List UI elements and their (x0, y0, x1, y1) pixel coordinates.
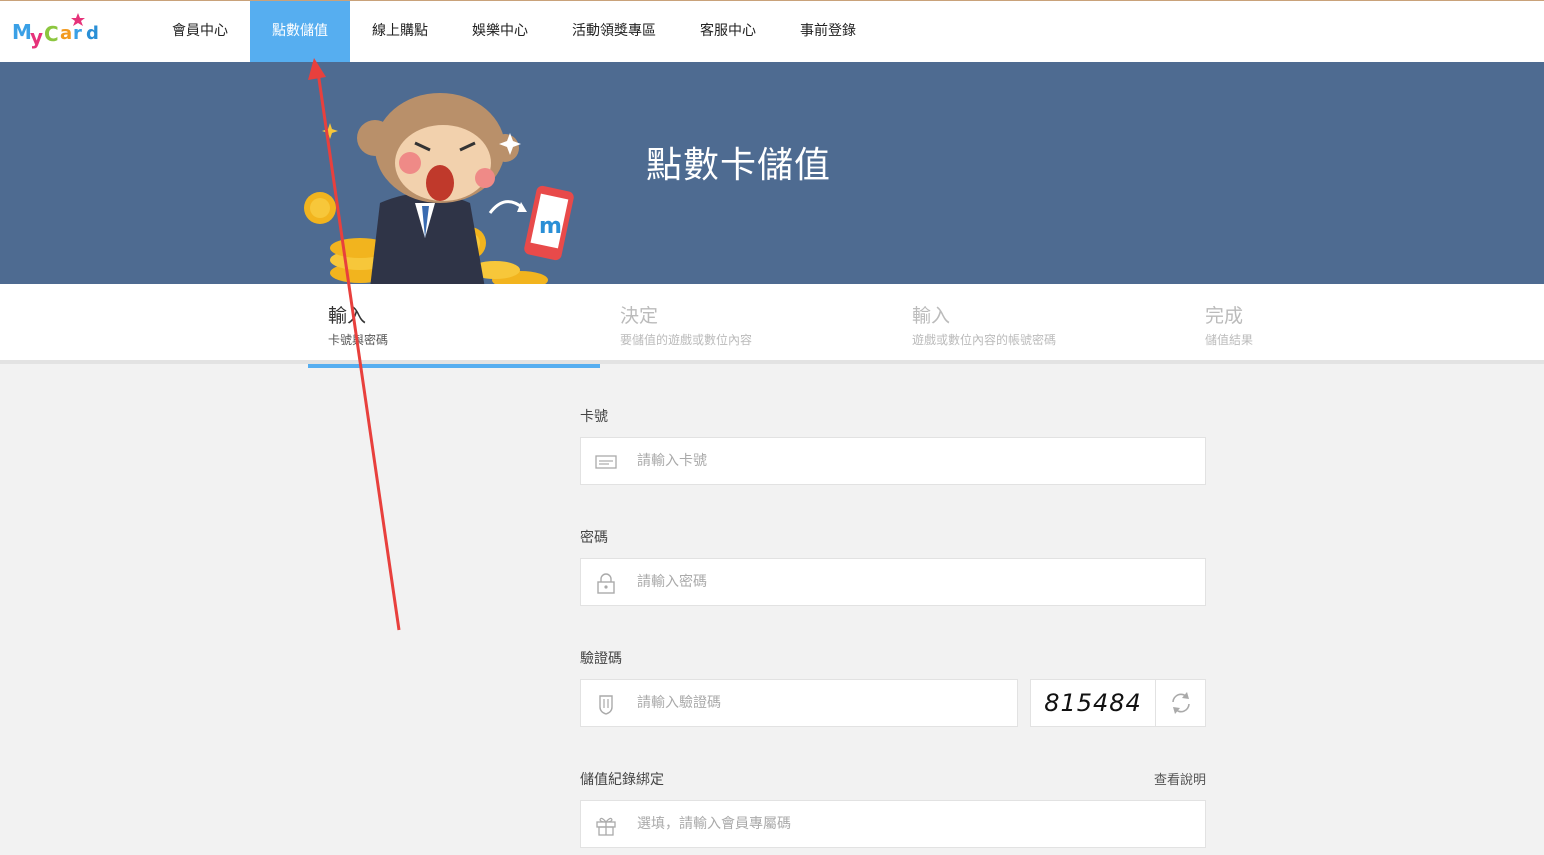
top-nav-bar: M y C a r d 會員中心 點數儲值 線上購點 娛樂中心 活動領獎專區 客… (0, 0, 1544, 62)
svg-text:a: a (60, 23, 72, 44)
monkey-mascot-illustration: m (304, 93, 574, 284)
step-title: 輸入 (328, 305, 367, 327)
svg-text:r: r (73, 23, 82, 44)
step-title: 完成 (1205, 305, 1244, 327)
svg-text:d: d (86, 23, 99, 44)
mycard-logo[interactable]: M y C a r d (10, 11, 110, 53)
password-input[interactable] (637, 559, 1137, 605)
nav-online-purchase[interactable]: 線上購點 (350, 1, 450, 62)
nav-event-rewards[interactable]: 活動領獎專區 (550, 1, 678, 62)
captcha-box: 815484 (1030, 679, 1206, 727)
progress-steps: 輸入 卡號與密碼 決定 要儲值的遊戲或數位內容 輸入 遊戲或數位內容的帳號密碼 … (0, 284, 1544, 368)
view-help-link[interactable]: 查看說明 (1154, 769, 1206, 788)
card-number-field[interactable] (580, 437, 1206, 485)
card-number-label: 卡號 (580, 409, 608, 425)
step-4-complete: 完成 儲值結果 (1185, 284, 1477, 364)
member-code-field[interactable] (580, 800, 1206, 848)
card-number-input[interactable] (637, 438, 1137, 484)
refresh-captcha-button[interactable] (1155, 680, 1205, 726)
step-3-input-account: 輸入 遊戲或數位內容的帳號密碼 (892, 284, 1184, 364)
password-field[interactable] (580, 558, 1206, 606)
svg-text:C: C (44, 22, 59, 46)
main-nav: 會員中心 點數儲值 線上購點 娛樂中心 活動領獎專區 客服中心 事前登錄 (150, 1, 878, 62)
hero-banner: m 點數卡儲值 (0, 62, 1544, 284)
nav-customer-service[interactable]: 客服中心 (678, 1, 778, 62)
svg-text:y: y (30, 25, 43, 49)
card-icon (595, 455, 617, 469)
captcha-input[interactable] (637, 680, 986, 726)
gift-icon (596, 817, 616, 836)
step-subtitle: 要儲值的遊戲或數位內容 (620, 333, 753, 347)
refresh-icon (1172, 692, 1190, 714)
shield-icon (599, 695, 613, 715)
step-2-choose-game: 決定 要儲值的遊戲或數位內容 (600, 284, 892, 364)
member-code-input[interactable] (637, 801, 1137, 847)
captcha-field[interactable] (580, 679, 1018, 727)
captcha-image: 815484 (1044, 689, 1142, 717)
nav-point-topup[interactable]: 點數儲值 (250, 1, 350, 62)
step-subtitle: 卡號與密碼 (328, 333, 389, 347)
svg-text:m: m (539, 214, 562, 239)
step-subtitle: 遊戲或數位內容的帳號密碼 (912, 333, 1057, 347)
nav-member-center[interactable]: 會員中心 (150, 1, 250, 62)
svg-text:M: M (12, 20, 32, 44)
password-label: 密碼 (580, 530, 608, 546)
lock-icon (597, 573, 615, 594)
step-title: 輸入 (912, 305, 951, 327)
step-title: 決定 (620, 305, 659, 327)
step-subtitle: 儲值結果 (1205, 333, 1254, 347)
step-1-input-card: 輸入 卡號與密碼 (308, 284, 600, 368)
record-binding-label: 儲值紀錄綁定 (580, 772, 664, 788)
page-title: 點數卡儲值 (646, 145, 832, 186)
nav-pre-registration[interactable]: 事前登錄 (778, 1, 878, 62)
captcha-label: 驗證碼 (580, 651, 622, 667)
nav-entertainment[interactable]: 娛樂中心 (450, 1, 550, 62)
